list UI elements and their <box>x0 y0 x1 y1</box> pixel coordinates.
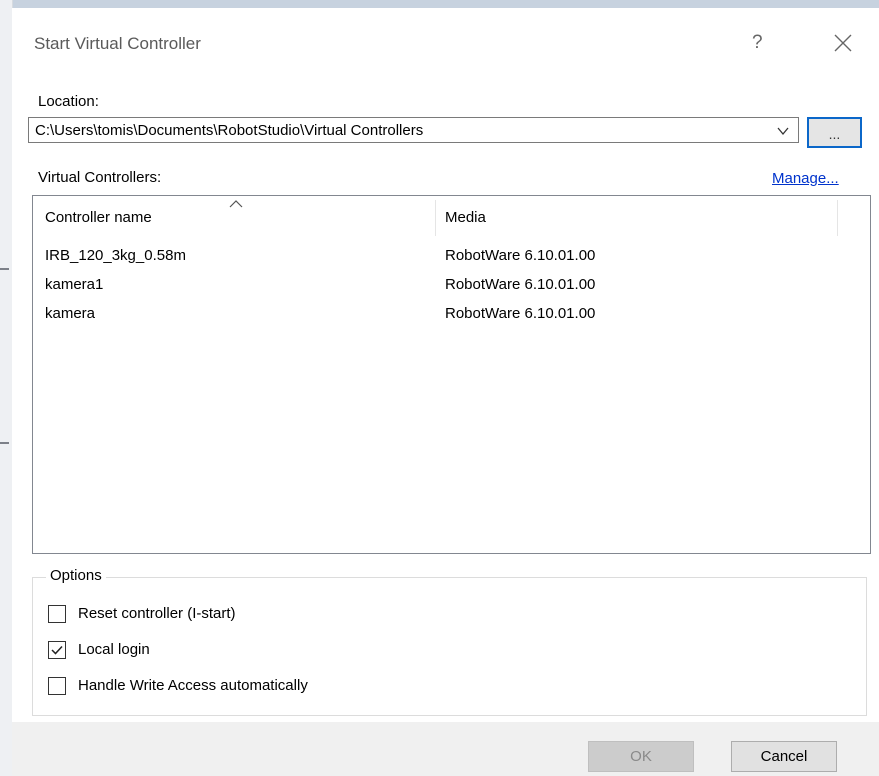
local-login-label[interactable]: Local login <box>78 641 150 658</box>
column-divider[interactable] <box>837 200 838 236</box>
ok-button[interactable]: OK <box>588 741 694 772</box>
controller-media: RobotWare 6.10.01.00 <box>445 305 596 322</box>
dialog-footer: OK Cancel <box>12 722 879 776</box>
browse-button[interactable]: ... <box>807 117 862 148</box>
column-divider[interactable] <box>435 200 436 236</box>
options-group <box>32 577 867 716</box>
virtual-controllers-label: Virtual Controllers: <box>38 169 162 186</box>
list-row[interactable]: kamera RobotWare 6.10.01.00 <box>33 300 870 329</box>
reset-controller-label[interactable]: Reset controller (I-start) <box>78 605 236 622</box>
checkmark-icon <box>51 645 63 655</box>
handle-write-access-checkbox[interactable] <box>48 677 66 695</box>
controller-name: kamera <box>45 305 96 322</box>
local-login-checkbox[interactable] <box>48 641 66 659</box>
screen: Start Virtual Controller ? Location: C:\… <box>0 0 879 776</box>
location-value: C:\Users\tomis\Documents\RobotStudio\Vir… <box>35 122 424 139</box>
controllers-list[interactable]: Controller name Media IRB_120_3kg_0.58m … <box>32 195 871 554</box>
dialog-title: Start Virtual Controller <box>34 34 201 53</box>
reset-controller-checkbox[interactable] <box>48 605 66 623</box>
controller-name: kamera1 <box>45 276 104 293</box>
help-button[interactable]: ? <box>752 32 763 54</box>
location-label: Location: <box>38 93 99 110</box>
handle-write-access-label[interactable]: Handle Write Access automatically <box>78 677 308 694</box>
background-mark <box>0 268 9 270</box>
list-row[interactable]: kamera1 RobotWare 6.10.01.00 <box>33 271 870 300</box>
list-row[interactable]: IRB_120_3kg_0.58m RobotWare 6.10.01.00 <box>33 242 870 271</box>
background-window-strip <box>0 0 879 8</box>
controller-name: IRB_120_3kg_0.58m <box>45 247 186 264</box>
options-legend: Options <box>46 567 106 584</box>
column-header-media[interactable]: Media <box>437 196 835 236</box>
start-virtual-controller-dialog: Start Virtual Controller ? Location: C:\… <box>12 8 879 776</box>
close-button[interactable] <box>830 30 856 56</box>
list-header: Controller name Media <box>33 196 870 236</box>
location-combobox[interactable]: C:\Users\tomis\Documents\RobotStudio\Vir… <box>28 117 799 143</box>
sort-ascending-icon <box>229 200 243 208</box>
background-mark <box>0 442 9 444</box>
controller-media: RobotWare 6.10.01.00 <box>445 247 596 264</box>
controller-media: RobotWare 6.10.01.00 <box>445 276 596 293</box>
manage-link[interactable]: Manage... <box>772 170 839 187</box>
chevron-down-icon[interactable] <box>776 124 790 138</box>
cancel-button[interactable]: Cancel <box>731 741 837 772</box>
close-icon <box>834 34 852 52</box>
